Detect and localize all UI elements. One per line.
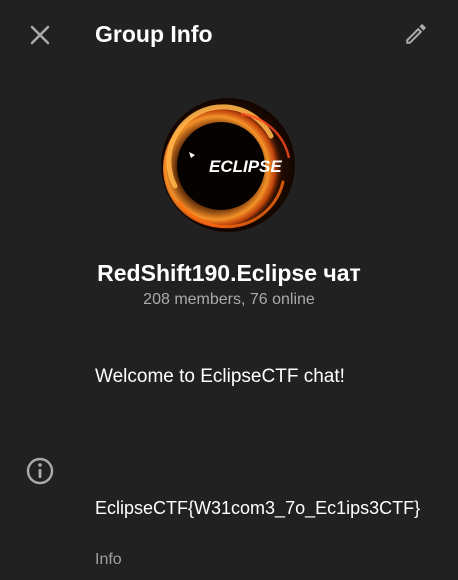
info-circle-icon [26, 457, 54, 485]
pencil-icon [406, 24, 426, 44]
group-avatar[interactable]: ECLIPSE [161, 98, 295, 232]
group-name: RedShift190.Eclipse чат [97, 260, 361, 286]
info-row[interactable]: EclipseCTF{W31com3_7o_Ec1ips3CTF} Info [0, 440, 458, 580]
group-member-status: 208 members, 76 online [143, 291, 315, 308]
group-info-panel: Group Info ECLIPSE RedShift190.Eclipse ч… [0, 0, 458, 580]
avatar-logo-text: ECLIPSE [209, 157, 282, 176]
close-button[interactable] [24, 19, 56, 51]
info-value[interactable]: EclipseCTF{W31com3_7o_Ec1ips3CTF} [95, 496, 435, 520]
close-icon [30, 25, 50, 45]
edit-button[interactable] [400, 18, 432, 50]
eclipse-logo: ECLIPSE [161, 98, 295, 232]
info-label: Info [95, 551, 122, 568]
header: Group Info [0, 0, 458, 68]
page-title: Group Info [95, 21, 213, 47]
group-description: Welcome to EclipseCTF chat! [95, 366, 345, 387]
